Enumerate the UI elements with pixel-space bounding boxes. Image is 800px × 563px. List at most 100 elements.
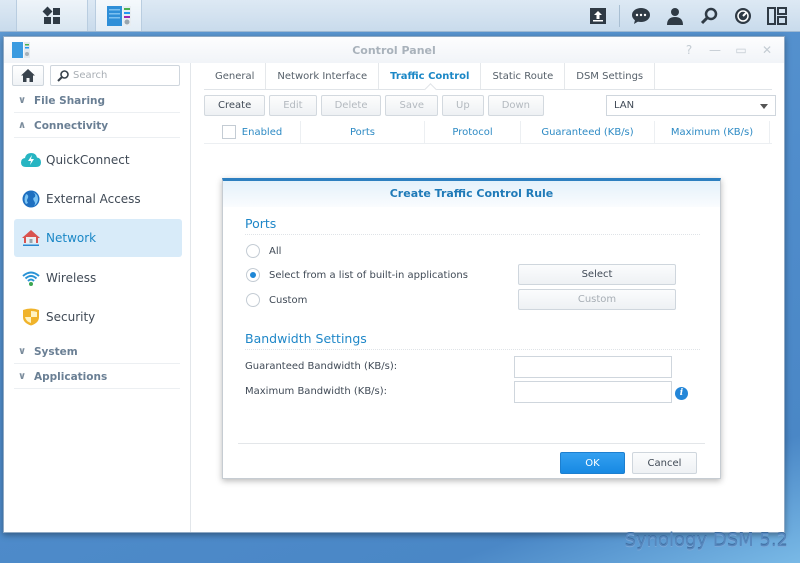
taskbar-separator: [619, 4, 620, 27]
user-icon: [667, 7, 683, 25]
taskbar: [0, 0, 800, 32]
dropdown-arrow-icon: [760, 104, 768, 109]
sidebar-item-wireless[interactable]: Wireless: [14, 259, 182, 297]
bandwidth-section-title: Bandwidth Settings: [245, 331, 367, 346]
quickconnect-icon: [20, 149, 42, 171]
home-button[interactable]: [12, 65, 44, 86]
home-icon: [21, 69, 35, 82]
shield-icon: [20, 306, 42, 328]
guaranteed-bandwidth-input[interactable]: [514, 356, 672, 378]
help-icon[interactable]: ?: [682, 43, 696, 57]
main-menu-icon: [42, 6, 60, 24]
ok-button[interactable]: OK: [560, 452, 625, 474]
tab-traffic-control[interactable]: Traffic Control: [379, 63, 482, 89]
sidebar-item-label: Network: [46, 231, 97, 245]
upload-icon: [590, 7, 606, 24]
save-button[interactable]: Save: [385, 95, 439, 116]
sidebar-item-network[interactable]: Network: [14, 219, 182, 257]
control-panel-taskbar-button[interactable]: [95, 0, 142, 31]
sidebar-item-external-access[interactable]: External Access: [14, 180, 182, 218]
tab-static-route[interactable]: Static Route: [481, 63, 566, 89]
sidebar-group-file-sharing[interactable]: ∨ File Sharing: [14, 89, 180, 113]
radio-label: Select from a list of built-in applicati…: [269, 269, 468, 281]
sidebar-group-connectivity[interactable]: ∧ Connectivity: [14, 114, 180, 138]
down-button[interactable]: Down: [487, 95, 545, 116]
select-applications-button[interactable]: Select: [518, 264, 676, 285]
radio-button[interactable]: [246, 293, 260, 307]
window-title: Control Panel: [352, 44, 436, 57]
main-menu-button[interactable]: [16, 0, 88, 31]
column-guaranteed[interactable]: Guaranteed (KB/s): [521, 120, 655, 144]
ports-section-title: Ports: [245, 216, 277, 231]
delete-button[interactable]: Delete: [320, 95, 382, 116]
radio-button-selected[interactable]: [246, 268, 260, 282]
sidebar: ∨ File Sharing ∧ Connectivity QuickConne…: [4, 63, 191, 532]
synology-watermark: Synology DSM 5.2: [624, 530, 788, 551]
radio-builtin-applications[interactable]: Select from a list of built-in applicati…: [246, 268, 468, 282]
sidebar-item-quickconnect[interactable]: QuickConnect: [14, 141, 182, 179]
info-icon[interactable]: i: [675, 387, 688, 400]
widgets-button[interactable]: [760, 0, 794, 31]
window-title-bar[interactable]: Control Panel ? — ▭ ✕: [4, 37, 784, 63]
chevron-down-icon: ∨: [18, 346, 27, 357]
column-protocol[interactable]: Protocol: [425, 120, 521, 144]
radio-all[interactable]: All: [246, 244, 281, 258]
radio-custom[interactable]: Custom: [246, 293, 307, 307]
tab-dsm-settings[interactable]: DSM Settings: [565, 63, 656, 89]
maximize-icon[interactable]: ▭: [734, 43, 748, 57]
maximum-bandwidth-input[interactable]: [514, 381, 672, 403]
chevron-up-icon: ∧: [18, 120, 27, 131]
column-label: Maximum (KB/s): [670, 126, 754, 138]
tab-network-interface[interactable]: Network Interface: [266, 63, 380, 89]
column-ports[interactable]: Ports: [301, 120, 425, 144]
radio-button[interactable]: [246, 244, 260, 258]
column-label: Protocol: [452, 126, 493, 138]
create-button[interactable]: Create: [204, 95, 266, 116]
column-maximum[interactable]: Maximum (KB/s): [655, 120, 770, 144]
network-house-icon: [20, 227, 42, 249]
notifications-button[interactable]: [624, 0, 658, 31]
globe-icon: [20, 188, 42, 210]
control-panel-icon: [106, 5, 131, 26]
minimize-icon[interactable]: —: [708, 43, 722, 57]
sidebar-item-label: QuickConnect: [46, 153, 130, 167]
sidebar-search[interactable]: [50, 65, 180, 86]
rules-grid-header: Enabled Ports Protocol Guaranteed (KB/s)…: [204, 120, 772, 144]
up-button[interactable]: Up: [442, 95, 484, 116]
select-all-checkbox[interactable]: [221, 125, 236, 139]
column-label: Ports: [349, 126, 376, 138]
resource-monitor-button[interactable]: [726, 0, 760, 31]
close-icon[interactable]: ✕: [760, 43, 774, 57]
sidebar-group-applications[interactable]: ∨ Applications: [14, 365, 180, 389]
sidebar-item-label: Wireless: [46, 271, 97, 285]
section-divider: [245, 234, 700, 235]
maximum-bandwidth-label: Maximum Bandwidth (KB/s):: [245, 386, 388, 397]
chevron-down-icon: ∨: [18, 95, 27, 106]
dialog-title: Create Traffic Control Rule: [223, 181, 720, 207]
sidebar-item-security[interactable]: Security: [14, 298, 182, 336]
chevron-down-icon: ∨: [18, 371, 27, 382]
sidebar-group-label: System: [34, 345, 78, 358]
sidebar-item-label: Security: [46, 310, 96, 324]
window-controls: ? — ▭ ✕: [682, 43, 774, 57]
column-label: Guaranteed (KB/s): [541, 126, 634, 138]
taskbar-right-tray: [581, 0, 794, 31]
upload-button[interactable]: [581, 0, 615, 31]
user-button[interactable]: [658, 0, 692, 31]
tab-bar: General Network Interface Traffic Contro…: [204, 63, 772, 90]
edit-button[interactable]: Edit: [269, 95, 317, 116]
create-traffic-control-rule-dialog: Create Traffic Control Rule Ports All Se…: [222, 178, 721, 479]
search-button[interactable]: [692, 0, 726, 31]
radio-label: Custom: [269, 294, 308, 306]
column-enabled[interactable]: Enabled: [204, 120, 301, 144]
cancel-button[interactable]: Cancel: [632, 452, 697, 474]
interface-select-value: LAN: [614, 100, 635, 111]
sidebar-search-input[interactable]: [73, 70, 173, 81]
tab-general[interactable]: General: [204, 63, 267, 89]
interface-select[interactable]: LAN: [606, 95, 776, 116]
toolbar: Create Edit Delete Save Up Down: [204, 95, 545, 116]
sidebar-group-system[interactable]: ∨ System: [14, 340, 180, 364]
radio-label: All: [269, 245, 282, 257]
custom-ports-button[interactable]: Custom: [518, 289, 676, 310]
search-icon: [57, 69, 69, 82]
